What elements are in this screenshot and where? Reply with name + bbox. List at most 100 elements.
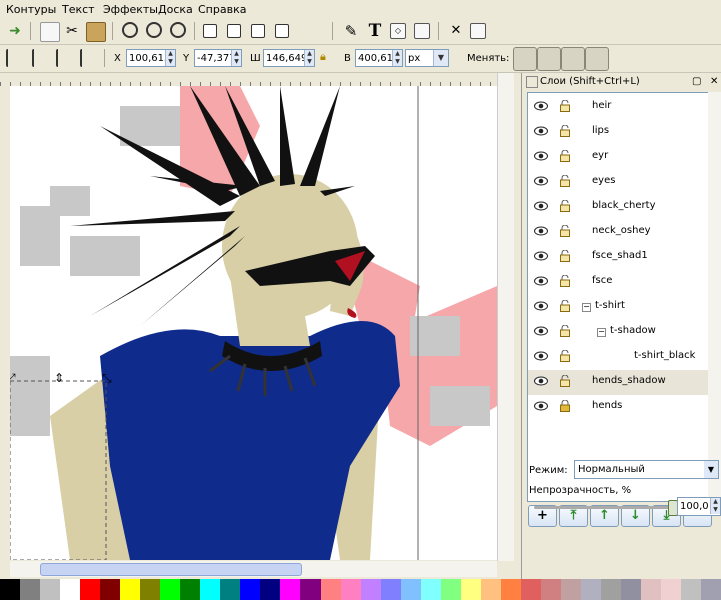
palette-swatch[interactable] xyxy=(560,579,581,600)
visibility-eye-icon[interactable] xyxy=(534,126,548,136)
palette-swatch[interactable] xyxy=(260,579,281,600)
palette-swatch[interactable] xyxy=(600,579,621,600)
palette-swatch[interactable] xyxy=(120,579,141,600)
palette-swatch[interactable] xyxy=(540,579,561,600)
flip-horizontal-icon[interactable] xyxy=(56,49,76,67)
palette-swatch[interactable] xyxy=(360,579,381,600)
visibility-eye-icon[interactable] xyxy=(534,376,548,386)
palette-swatch[interactable] xyxy=(440,579,461,600)
palette-swatch[interactable] xyxy=(80,579,101,600)
xml-editor-icon[interactable]: ◇ xyxy=(390,23,406,39)
palette-swatch[interactable] xyxy=(460,579,481,600)
palette-swatch[interactable] xyxy=(300,579,321,600)
spinner-arrows-icon[interactable]: ▲ ▼ xyxy=(231,50,241,66)
opacity-field[interactable]: 100,0 ▲ ▼ xyxy=(677,497,721,516)
zoom-selection-icon[interactable] xyxy=(122,22,138,38)
horizontal-scroll-thumb[interactable] xyxy=(40,563,302,576)
visibility-eye-icon[interactable] xyxy=(534,276,548,286)
chevron-down-icon[interactable]: ▼ xyxy=(433,50,448,66)
palette-swatch[interactable] xyxy=(60,579,81,600)
palette-swatch[interactable] xyxy=(620,579,641,600)
fill-stroke-icon[interactable]: ✎ xyxy=(342,22,360,40)
palette-swatch[interactable] xyxy=(100,579,121,600)
palette-swatch[interactable] xyxy=(400,579,421,600)
palette-swatch[interactable] xyxy=(40,579,61,600)
layer-row[interactable]: − t-shadow xyxy=(528,320,708,345)
layer-row[interactable]: hends xyxy=(528,395,708,420)
lock-closed-icon[interactable] xyxy=(560,399,570,412)
drawing-canvas[interactable]: ⇕ ⤡ ⤢ xyxy=(10,86,497,560)
text-font-icon[interactable]: T xyxy=(366,21,384,41)
y-field[interactable]: -47,377 ▲ ▼ xyxy=(194,49,242,67)
blend-mode-select[interactable]: Нормальный ▼ xyxy=(574,460,719,479)
lock-ratio-icon[interactable]: 🔒︎ xyxy=(320,50,331,64)
visibility-eye-icon[interactable] xyxy=(534,251,548,261)
visibility-eye-icon[interactable] xyxy=(534,401,548,411)
layers-scrollbar[interactable] xyxy=(708,92,721,500)
zoom-drawing-icon[interactable] xyxy=(146,22,162,38)
lock-open-icon[interactable] xyxy=(560,124,570,137)
flip-vertical-icon[interactable] xyxy=(80,49,100,67)
visibility-eye-icon[interactable] xyxy=(534,176,548,186)
scale-stroke-button[interactable] xyxy=(513,47,537,71)
palette-swatch[interactable] xyxy=(180,579,201,600)
lock-open-icon[interactable] xyxy=(560,224,570,237)
palette-swatch[interactable] xyxy=(240,579,261,600)
lock-open-icon[interactable] xyxy=(560,374,570,387)
expander-icon[interactable]: − xyxy=(582,303,591,312)
menu-effects[interactable]: Эффекты xyxy=(103,3,158,16)
group-icon[interactable] xyxy=(203,24,217,38)
spinner-arrows-icon[interactable]: ▲ ▼ xyxy=(710,498,720,514)
lock-open-icon[interactable] xyxy=(560,249,570,262)
move-gradients-button[interactable] xyxy=(561,47,585,71)
align-dialog-icon[interactable] xyxy=(414,23,430,39)
palette-swatch[interactable] xyxy=(500,579,521,600)
menu-help[interactable]: Справка xyxy=(198,3,246,16)
height-field[interactable]: 400,610 ▲ ▼ xyxy=(355,49,403,67)
palette-swatch[interactable] xyxy=(200,579,221,600)
palette-swatch[interactable] xyxy=(580,579,601,600)
visibility-eye-icon[interactable] xyxy=(534,301,548,311)
visibility-eye-icon[interactable] xyxy=(534,101,548,111)
palette-swatch[interactable] xyxy=(681,579,702,600)
palette-swatch[interactable] xyxy=(480,579,501,600)
layer-row[interactable]: heir xyxy=(528,95,708,120)
visibility-eye-icon[interactable] xyxy=(534,201,548,211)
palette-swatch[interactable] xyxy=(701,579,721,600)
rotate-cw-icon[interactable] xyxy=(32,49,52,67)
lower-icon[interactable] xyxy=(275,24,289,38)
layer-row[interactable]: lips xyxy=(528,120,708,145)
lock-open-icon[interactable] xyxy=(560,349,570,362)
collapse-icon[interactable]: ▢ xyxy=(692,73,701,90)
duplicate-icon[interactable] xyxy=(40,22,60,42)
lock-open-icon[interactable] xyxy=(560,299,570,312)
move-patterns-button[interactable] xyxy=(585,47,609,71)
palette-swatch[interactable] xyxy=(140,579,161,600)
menu-board[interactable]: Доска xyxy=(158,3,193,16)
palette-swatch[interactable] xyxy=(340,579,361,600)
zoom-page-icon[interactable] xyxy=(170,22,186,38)
visibility-eye-icon[interactable] xyxy=(534,351,548,361)
preferences-icon[interactable] xyxy=(470,23,486,39)
layer-row[interactable]: fsce_shad1 xyxy=(528,245,708,270)
palette-swatch[interactable] xyxy=(320,579,341,600)
layer-row[interactable]: eyes xyxy=(528,170,708,195)
palette-swatch[interactable] xyxy=(160,579,181,600)
undo-icon[interactable]: ➜ xyxy=(6,22,24,40)
x-field[interactable]: 100,613 ▲ ▼ xyxy=(126,49,176,67)
width-field[interactable]: 146,649 ▲ ▼ xyxy=(263,49,315,67)
palette-swatch[interactable] xyxy=(280,579,301,600)
tools-icon[interactable]: ✕ xyxy=(447,22,465,40)
visibility-eye-icon[interactable] xyxy=(534,326,548,336)
scale-corners-button[interactable] xyxy=(537,47,561,71)
paste-icon[interactable] xyxy=(86,22,106,42)
palette-swatch[interactable] xyxy=(641,579,662,600)
menu-paths[interactable]: Контуры xyxy=(6,3,56,16)
expander-icon[interactable]: − xyxy=(597,328,606,337)
palette-swatch[interactable] xyxy=(380,579,401,600)
raise-icon[interactable] xyxy=(251,24,265,38)
visibility-eye-icon[interactable] xyxy=(534,226,548,236)
spinner-arrows-icon[interactable]: ▲ ▼ xyxy=(392,50,402,66)
spinner-arrows-icon[interactable]: ▲ ▼ xyxy=(165,50,175,66)
ungroup-icon[interactable] xyxy=(227,24,241,38)
